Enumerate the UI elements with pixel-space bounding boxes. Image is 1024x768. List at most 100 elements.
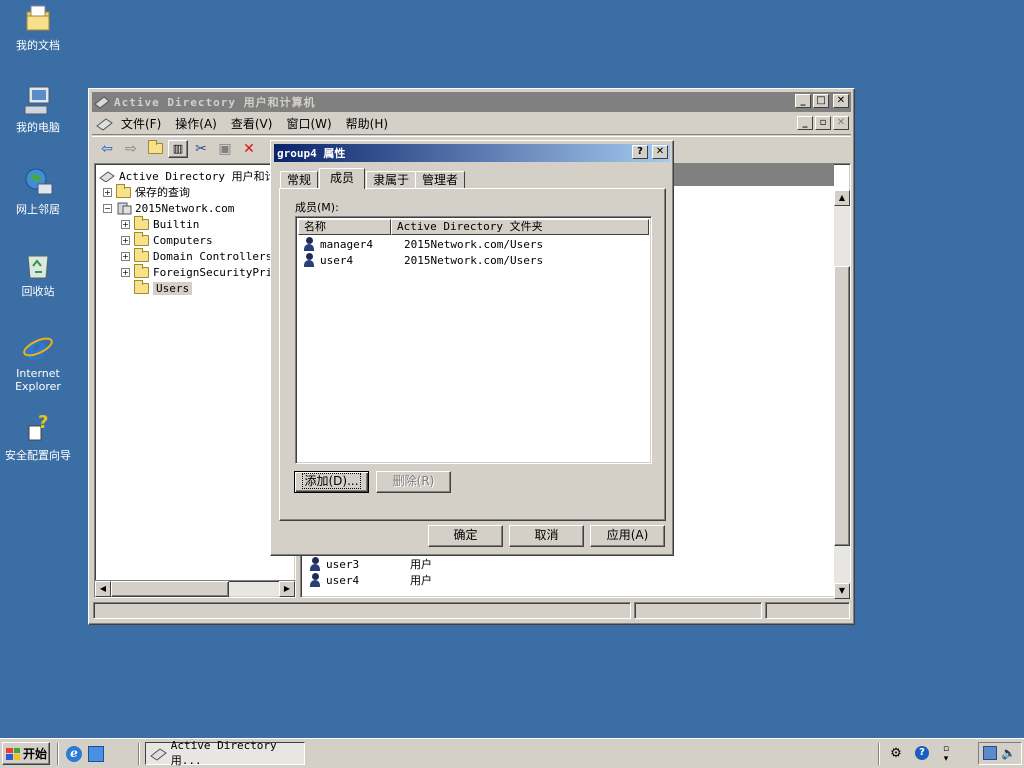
- delete-icon[interactable]: ✕: [238, 139, 260, 159]
- close-icon[interactable]: ✕: [652, 145, 668, 159]
- minimize-button[interactable]: _: [795, 94, 811, 108]
- child-close-button[interactable]: ✕: [833, 116, 849, 130]
- tab-members[interactable]: 成员: [319, 168, 366, 189]
- ou-folder-icon: [134, 247, 149, 262]
- tree-item-computers[interactable]: + Computers: [121, 231, 213, 248]
- desktop-toolbar-icon[interactable]: ▫ ▾: [940, 744, 952, 764]
- desktop-icon-my-documents[interactable]: 我的文档: [0, 2, 78, 52]
- tree-horizontal-scrollbar[interactable]: ◀ ▶: [94, 580, 296, 598]
- status-pane-2: [634, 602, 762, 619]
- console-tree: Active Directory 用户和计 + 保存的查询 − 2015Netw…: [94, 163, 296, 598]
- system-tray: 🔈: [978, 742, 1022, 765]
- expand-icon[interactable]: +: [121, 235, 130, 245]
- open-folder-icon: [134, 279, 149, 294]
- scroll-thumb[interactable]: [111, 581, 229, 597]
- child-restore-button[interactable]: ▫: [815, 116, 831, 130]
- menu-window[interactable]: 窗口(W): [279, 115, 338, 132]
- desktop-icon-label: 回收站: [21, 285, 55, 298]
- scroll-right-icon[interactable]: ▶: [279, 581, 295, 597]
- expand-icon[interactable]: +: [121, 267, 130, 277]
- help-button[interactable]: ?: [632, 145, 648, 159]
- svg-text:e: e: [26, 330, 46, 364]
- scroll-left-icon[interactable]: ◀: [95, 581, 111, 597]
- quick-launch-ie-icon[interactable]: e: [66, 746, 82, 762]
- column-name[interactable]: 名称: [298, 219, 391, 235]
- taskbar-button-ad[interactable]: Active Directory 用...: [145, 739, 305, 767]
- tree-item-builtin[interactable]: + Builtin: [121, 215, 199, 232]
- desktop-icon-security-wizard[interactable]: ? 安全配置向导: [0, 412, 78, 462]
- tab-managed-by[interactable]: 管理者: [415, 171, 466, 189]
- ad-snapin-icon: [99, 171, 115, 182]
- user-icon: [309, 573, 321, 587]
- scroll-thumb[interactable]: [834, 266, 850, 546]
- up-folder-icon[interactable]: [144, 139, 166, 159]
- details-vertical-scrollbar[interactable]: ▲ ▼: [834, 190, 850, 599]
- tree-item-saved-queries[interactable]: + 保存的查询: [103, 183, 190, 200]
- tab-general[interactable]: 常规: [280, 171, 319, 189]
- child-minimize-button[interactable]: _: [797, 116, 813, 130]
- folder-icon: [134, 215, 149, 230]
- group-properties-dialog: group4 属性 ? ✕ 常规 成员 隶属于 管理者 成员(M): 名称 Ac…: [270, 140, 674, 556]
- desktop-icon-label: 网上邻居: [16, 203, 60, 216]
- collapse-icon[interactable]: −: [103, 203, 112, 213]
- desktop-icon-network[interactable]: 网上邻居: [0, 166, 78, 216]
- my-computer-icon: [21, 84, 55, 118]
- tree-item-domain[interactable]: − 2015Network.com: [103, 200, 234, 216]
- add-member-button[interactable]: 添加(D)...: [294, 471, 369, 493]
- desktop-icon-label: 我的电脑: [16, 121, 60, 134]
- list-item[interactable]: user3 用户: [309, 556, 432, 572]
- column-ad-folder[interactable]: Active Directory 文件夹: [391, 219, 649, 235]
- network-icon[interactable]: [983, 746, 997, 760]
- quick-launch-divider: [138, 743, 140, 765]
- tree-item-domain-controllers[interactable]: + Domain Controllers: [121, 247, 272, 264]
- apply-button[interactable]: 应用(A): [590, 525, 665, 547]
- dialog-title: group4 属性: [277, 147, 346, 160]
- help-icon[interactable]: ?: [915, 746, 929, 760]
- start-button[interactable]: 开始: [2, 742, 50, 765]
- back-arrow-icon[interactable]: ⇦: [96, 139, 118, 159]
- remove-member-button[interactable]: 删除(R): [376, 471, 451, 493]
- volume-icon[interactable]: 🔈: [1001, 746, 1016, 760]
- desktop-icon-recycle-bin[interactable]: 回收站: [0, 248, 78, 298]
- scroll-up-icon[interactable]: ▲: [834, 190, 850, 206]
- ad-snapin-icon: [150, 747, 167, 761]
- recycle-bin-icon: [21, 248, 55, 282]
- dialog-titlebar[interactable]: group4 属性 ? ✕: [274, 144, 670, 162]
- menu-view[interactable]: 查看(V): [224, 115, 280, 132]
- paste-icon[interactable]: ▣: [214, 139, 236, 159]
- domain-icon: [117, 202, 132, 215]
- show-tree-icon[interactable]: ▥: [168, 139, 188, 158]
- status-pane-3: [765, 602, 850, 619]
- tree-item-foreign-security[interactable]: + ForeignSecurityPrin: [121, 263, 279, 280]
- folder-icon: [134, 263, 149, 278]
- expand-icon[interactable]: +: [121, 251, 130, 261]
- maximize-button[interactable]: □: [813, 94, 829, 108]
- member-row[interactable]: manager4 2015Network.com/Users: [303, 236, 543, 252]
- tab-strip: 常规 成员 隶属于 管理者: [280, 168, 466, 189]
- security-wizard-icon: ?: [21, 412, 55, 446]
- quick-launch-explorer-icon[interactable]: [88, 746, 104, 762]
- tab-member-of[interactable]: 隶属于: [366, 171, 417, 189]
- expand-icon[interactable]: +: [121, 219, 130, 229]
- network-places-icon: [21, 166, 55, 200]
- members-list[interactable]: 名称 Active Directory 文件夹 manager4 2015Net…: [295, 216, 652, 464]
- cut-icon[interactable]: ✂: [190, 139, 212, 159]
- menu-action[interactable]: 操作(A): [168, 115, 224, 132]
- forward-arrow-icon[interactable]: ⇨: [120, 139, 142, 159]
- desktop-icon-ie[interactable]: e Internet Explorer: [0, 329, 78, 393]
- tree-item-users[interactable]: Users: [134, 279, 193, 296]
- member-row[interactable]: user4 2015Network.com/Users: [303, 252, 543, 268]
- close-button[interactable]: ✕: [833, 94, 849, 108]
- window-titlebar[interactable]: Active Directory 用户和计算机 _ □ ✕: [92, 92, 851, 112]
- expand-icon[interactable]: +: [103, 187, 112, 197]
- tree-root[interactable]: Active Directory 用户和计: [99, 168, 276, 184]
- menu-help[interactable]: 帮助(H): [339, 115, 395, 132]
- desktop-icon-my-computer[interactable]: 我的电脑: [0, 84, 78, 134]
- console-icon[interactable]: [96, 117, 114, 131]
- cancel-button[interactable]: 取消: [509, 525, 584, 547]
- scroll-down-icon[interactable]: ▼: [834, 583, 850, 599]
- menu-file[interactable]: 文件(F): [114, 115, 168, 132]
- tray-tool-icon[interactable]: ⚙: [888, 746, 904, 762]
- list-item[interactable]: user4 用户: [309, 572, 432, 588]
- ok-button[interactable]: 确定: [428, 525, 503, 547]
